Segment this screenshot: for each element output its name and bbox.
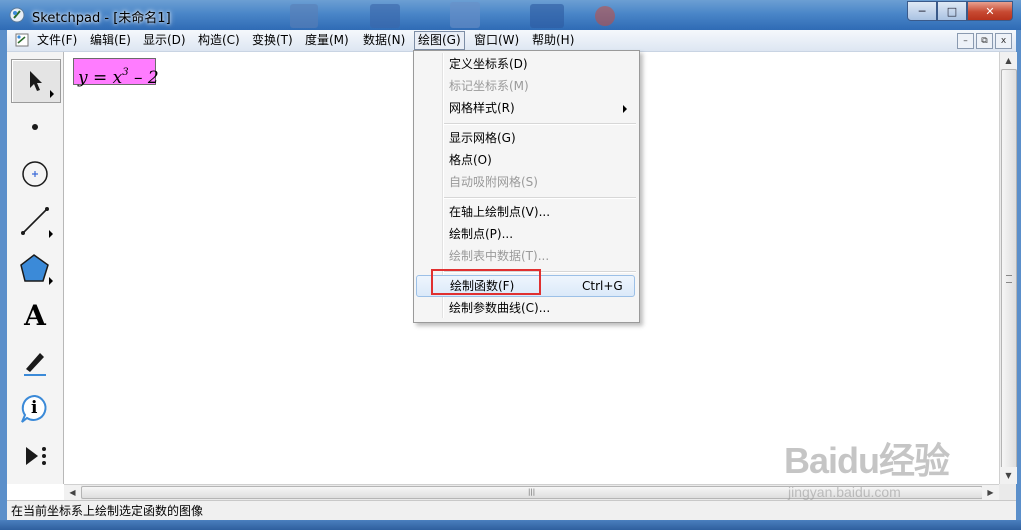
maximize-button[interactable]: □ <box>937 1 967 21</box>
menu-data[interactable]: 数据(N) <box>360 32 408 49</box>
menu-measure[interactable]: 度量(M) <box>302 32 352 49</box>
arrow-pointer-icon <box>30 71 42 91</box>
play-custom-tool-icon <box>26 447 46 465</box>
watermark-url: jingyan.baidu.com <box>788 484 901 500</box>
sketchpad-app-icon[interactable] <box>9 7 25 23</box>
menu-item-plot-points-on-axis[interactable]: 在轴上绘制点(V)... <box>416 202 635 223</box>
menu-file[interactable]: 文件(F) <box>34 32 80 49</box>
text-tool[interactable]: A <box>11 294 59 336</box>
doc-restore-button[interactable]: ⧉ <box>976 33 993 49</box>
marker-tool[interactable] <box>11 341 59 383</box>
window-frame-left <box>0 30 7 530</box>
menu-item-define-coordinate-system[interactable]: 定义坐标系(D) <box>416 54 635 75</box>
information-tool[interactable]: i <box>11 388 59 430</box>
menu-item-plot-points[interactable]: 绘制点(P)... <box>416 224 635 245</box>
tool-options-triangle-icon <box>49 230 53 238</box>
point-icon <box>32 124 38 130</box>
circle-icon <box>22 161 48 187</box>
highlight-annotation-box <box>431 269 541 295</box>
polygon-tool[interactable] <box>11 247 59 289</box>
menu-item-plot-table-data: 绘制表中数据(T)... <box>449 249 550 263</box>
formula-rhs: – 2 <box>128 68 159 88</box>
tool-options-triangle-icon <box>50 90 54 98</box>
menu-item-grid-style[interactable]: 网格样式(R) <box>416 98 635 119</box>
menu-edit[interactable]: 编辑(E) <box>87 32 134 49</box>
scroll-left-arrow-icon[interactable]: ◀ <box>64 485 81 500</box>
menu-window[interactable]: 窗口(W) <box>471 32 522 49</box>
grip-icon <box>1006 275 1012 283</box>
window-title: Sketchpad - [未命名1] <box>32 11 171 26</box>
submenu-arrow-icon <box>623 105 627 113</box>
scroll-down-arrow-icon[interactable]: ▼ <box>1000 467 1017 484</box>
menu-graph[interactable]: 绘图(G) <box>414 31 465 50</box>
arrow-tool[interactable] <box>11 59 61 103</box>
marker-pen-icon <box>24 353 46 376</box>
custom-tool[interactable] <box>11 435 59 477</box>
menu-construct[interactable]: 构造(C) <box>195 32 243 49</box>
doc-close-button[interactable]: x <box>995 33 1012 49</box>
straightedge-tool[interactable] <box>11 200 59 242</box>
window-controls: ─ □ ✕ <box>907 1 1013 21</box>
menu-item-show-grid[interactable]: 显示网格(G) <box>416 128 635 149</box>
line-segment-icon <box>21 207 49 235</box>
desktop-background-icons <box>290 2 615 28</box>
menu-item-snap-to-grid: 自动吸附网格(S) <box>449 175 538 189</box>
info-glyph: i <box>31 398 38 418</box>
function-formula[interactable]: y = x3 – 2 <box>73 58 159 88</box>
shortcut-label: Ctrl+G <box>582 279 623 293</box>
toolbox: A i <box>7 52 64 484</box>
close-button[interactable]: ✕ <box>967 1 1013 21</box>
point-tool[interactable] <box>11 106 59 148</box>
polygon-icon <box>20 254 49 282</box>
minimize-button[interactable]: ─ <box>907 1 937 21</box>
menu-display[interactable]: 显示(D) <box>140 32 189 49</box>
menu-item-plot-parametric-curve[interactable]: 绘制参数曲线(C)... <box>416 298 635 319</box>
doc-minimize-button[interactable]: – <box>957 33 974 49</box>
menu-bar: 文件(F) 编辑(E) 显示(D) 构造(C) 变换(T) 度量(M) 数据(N… <box>7 30 1016 52</box>
tool-options-triangle-icon <box>49 277 53 285</box>
menu-separator <box>444 123 636 125</box>
menu-help[interactable]: 帮助(H) <box>529 32 577 49</box>
formula-lhs: y = x <box>78 68 123 88</box>
baidu-watermark: Baidu经验 jingyan.baidu.com <box>780 412 1000 512</box>
scroll-up-arrow-icon[interactable]: ▲ <box>1000 52 1017 69</box>
text-tool-icon: A <box>24 298 46 332</box>
vertical-scrollbar[interactable]: ▲ ▼ <box>999 52 1017 484</box>
menu-transform[interactable]: 变换(T) <box>249 32 296 49</box>
taskbar-strip <box>0 520 1021 530</box>
vertical-scroll-thumb[interactable] <box>1001 69 1017 469</box>
title-bar: Sketchpad - [未命名1] ─ □ ✕ <box>0 0 1021 30</box>
menu-item-dotted-grid[interactable]: 格点(O) <box>416 150 635 171</box>
menu-separator <box>444 197 636 199</box>
document-icon[interactable] <box>15 33 29 47</box>
menu-item-mark-coordinate-system: 标记坐标系(M) <box>449 79 529 93</box>
document-window-controls: – ⧉ x <box>957 33 1012 49</box>
grip-icon: ||| <box>528 488 536 496</box>
compass-tool[interactable] <box>11 153 59 195</box>
scrollbar-corner <box>999 484 1016 500</box>
watermark-brand: Baidu经验 <box>784 440 950 481</box>
